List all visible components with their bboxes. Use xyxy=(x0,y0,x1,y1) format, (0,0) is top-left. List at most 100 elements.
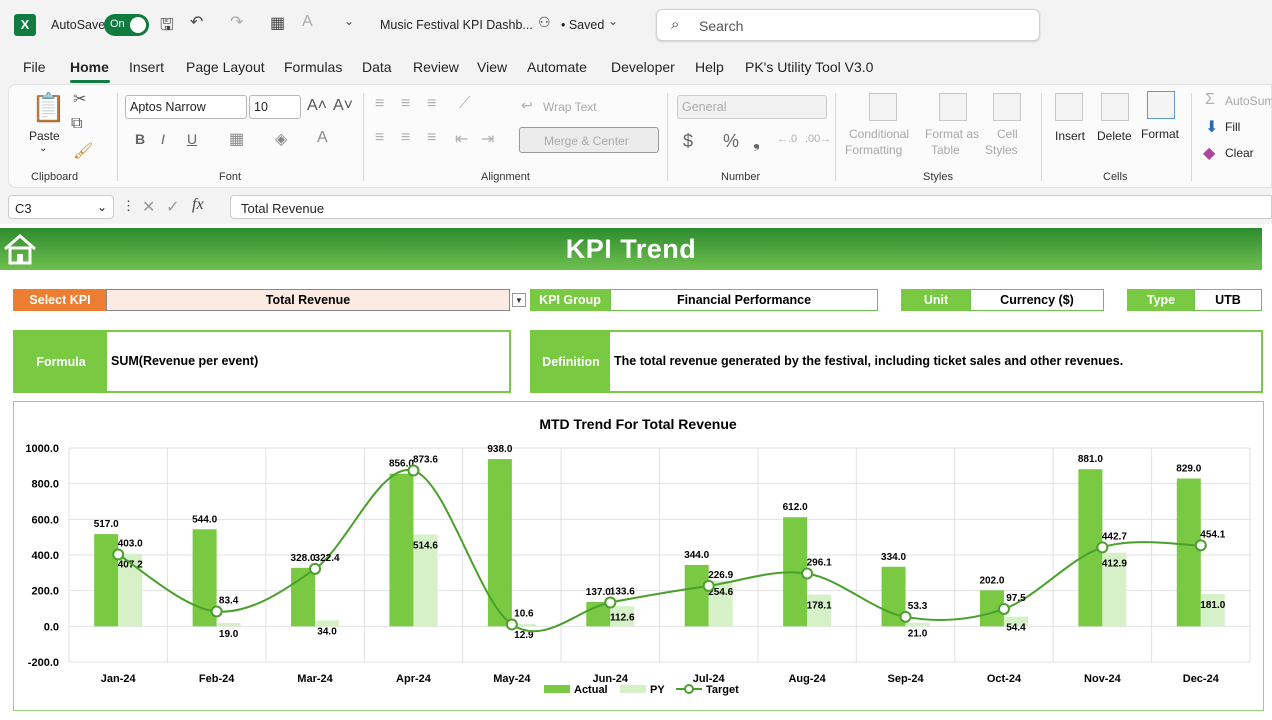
italic-button[interactable]: I xyxy=(161,131,165,147)
copy-icon[interactable]: ⧉ xyxy=(71,115,82,133)
cell-styles-icon[interactable] xyxy=(993,93,1021,121)
wrap-text-icon[interactable]: ↩ xyxy=(521,97,533,114)
search-box[interactable]: ⌕ Search xyxy=(656,9,1040,41)
align-left-icon[interactable]: ≡ xyxy=(375,129,384,147)
tab-developer[interactable]: Developer xyxy=(611,59,675,75)
format-as-table-label-2[interactable]: Table xyxy=(931,143,960,157)
bold-button[interactable]: B xyxy=(135,131,145,147)
name-box[interactable]: C3 ⌄ xyxy=(8,195,114,219)
clear-icon[interactable]: ◆ xyxy=(1203,143,1215,163)
cancel-icon[interactable]: ✕ xyxy=(142,197,155,217)
insert-cells-icon[interactable] xyxy=(1055,93,1083,121)
ribbon-separator xyxy=(835,93,836,181)
conditional-formatting-label-1[interactable]: Conditional xyxy=(849,127,909,141)
merge-center-button[interactable]: Merge & Center xyxy=(519,127,659,153)
format-cells-button[interactable]: Format xyxy=(1141,127,1179,141)
x-tick-label: Feb-24 xyxy=(199,673,235,685)
align-middle-icon[interactable]: ≡ xyxy=(401,95,410,113)
save-icon[interactable]: 🖫 xyxy=(160,14,174,41)
insert-cells-button[interactable]: Insert xyxy=(1055,129,1085,143)
paste-button[interactable]: Paste xyxy=(29,129,60,143)
increase-decimal-icon[interactable]: ←.0 xyxy=(777,133,797,145)
delete-cells-button[interactable]: Delete xyxy=(1097,129,1132,143)
more-options-icon[interactable]: ⋮ xyxy=(122,198,135,214)
wrap-text-button[interactable]: Wrap Text xyxy=(543,100,597,114)
y-tick-label: 200.0 xyxy=(31,586,59,598)
definition-box: Definition The total revenue generated b… xyxy=(530,330,1263,393)
saved-status[interactable]: • Saved xyxy=(561,18,604,32)
underline-button[interactable]: U xyxy=(187,131,197,147)
font-color-icon[interactable]: A xyxy=(302,13,313,31)
borders-icon[interactable]: ▦ xyxy=(229,129,244,149)
borders-icon[interactable]: ▦ xyxy=(270,13,285,33)
delete-cells-icon[interactable] xyxy=(1101,93,1129,121)
tab-data[interactable]: Data xyxy=(362,59,392,75)
increase-font-icon[interactable]: A˄ xyxy=(307,97,327,115)
formula-input[interactable]: Total Revenue xyxy=(230,195,1272,219)
cut-icon[interactable]: ✂ xyxy=(73,89,86,109)
select-kpi-field[interactable]: Total Revenue xyxy=(106,289,510,311)
conditional-formatting-icon[interactable] xyxy=(869,93,897,121)
currency-button[interactable]: $ xyxy=(683,131,693,152)
number-format-select[interactable]: General xyxy=(677,95,827,119)
align-center-icon[interactable]: ≡ xyxy=(401,129,410,147)
autosum-button[interactable]: AutoSum xyxy=(1225,94,1272,108)
tab-file[interactable]: File xyxy=(23,59,46,75)
customize-toolbar-icon[interactable]: ⌄ xyxy=(344,14,354,28)
tab-pk-utility[interactable]: PK's Utility Tool V3.0 xyxy=(745,59,873,75)
enter-icon[interactable]: ✓ xyxy=(166,197,179,217)
share-person-icon[interactable]: ⚇ xyxy=(538,14,551,31)
decrease-decimal-icon[interactable]: .00→ xyxy=(805,133,831,145)
autosum-icon[interactable]: Σ xyxy=(1205,91,1215,109)
align-right-icon[interactable]: ≡ xyxy=(427,129,436,147)
format-as-table-icon[interactable] xyxy=(939,93,967,121)
paste-chevron-icon[interactable]: ⌄ xyxy=(39,143,47,154)
tab-insert[interactable]: Insert xyxy=(129,59,164,75)
tab-home[interactable]: Home xyxy=(70,59,109,75)
tab-page-layout[interactable]: Page Layout xyxy=(186,59,265,75)
clear-button[interactable]: Clear xyxy=(1225,146,1254,160)
cell-styles-label-1[interactable]: Cell xyxy=(997,127,1018,141)
tab-formulas[interactable]: Formulas xyxy=(284,59,342,75)
autosave-toggle[interactable]: On xyxy=(104,14,149,36)
bar-py xyxy=(905,622,930,627)
tab-help[interactable]: Help xyxy=(695,59,724,75)
decrease-indent-icon[interactable]: ⇤ xyxy=(455,129,468,149)
conditional-formatting-label-2[interactable]: Formatting xyxy=(845,143,902,157)
font-color-icon[interactable]: A xyxy=(317,129,328,147)
tab-review[interactable]: Review xyxy=(413,59,459,75)
format-painter-icon[interactable]: 🖌 xyxy=(73,141,93,161)
file-name[interactable]: Music Festival KPI Dashb... xyxy=(380,18,533,32)
insert-function-icon[interactable]: fx xyxy=(192,196,204,214)
paste-icon[interactable]: 📋 xyxy=(31,91,66,124)
fill-icon[interactable]: ⬇ xyxy=(1205,117,1218,137)
align-top-icon[interactable]: ≡ xyxy=(375,95,384,113)
chevron-down-icon[interactable]: ⌄ xyxy=(97,200,107,214)
kpi-dropdown-button[interactable]: ▼ xyxy=(512,293,526,307)
x-tick-label: Sep-24 xyxy=(888,673,925,685)
fill-color-icon[interactable]: ◈ xyxy=(275,129,287,149)
percent-button[interactable]: % xyxy=(723,131,739,152)
undo-icon[interactable]: ↶ xyxy=(190,12,203,32)
data-label-actual: 612.0 xyxy=(783,502,808,513)
tab-automate[interactable]: Automate xyxy=(527,59,587,75)
y-tick-label: 400.0 xyxy=(31,550,59,562)
font-size-select[interactable]: 10 xyxy=(249,95,301,119)
decrease-font-icon[interactable]: A˅ xyxy=(333,97,353,115)
legend-py-swatch xyxy=(620,685,646,693)
kpi-trend-chart[interactable]: MTD Trend For Total Revenue -200.0 0.0 200.… xyxy=(13,401,1264,711)
orientation-icon[interactable]: ⟋ xyxy=(459,95,470,113)
align-bottom-icon[interactable]: ≡ xyxy=(427,95,436,113)
tab-view[interactable]: View xyxy=(477,59,507,75)
format-cells-icon[interactable] xyxy=(1147,91,1175,119)
fill-button[interactable]: Fill xyxy=(1225,120,1240,134)
increase-indent-icon[interactable]: ⇥ xyxy=(481,129,494,149)
redo-icon[interactable]: ↷ xyxy=(230,12,243,32)
data-label-py: 112.6 xyxy=(610,612,635,623)
comma-button[interactable]: ❟ xyxy=(753,131,760,152)
chevron-down-icon[interactable]: ⌄ xyxy=(608,14,618,28)
format-as-table-label-1[interactable]: Format as xyxy=(925,127,979,141)
cell-styles-label-2[interactable]: Styles xyxy=(985,143,1018,157)
font-name-select[interactable]: Aptos Narrow xyxy=(125,95,247,119)
target-point xyxy=(1096,541,1109,554)
